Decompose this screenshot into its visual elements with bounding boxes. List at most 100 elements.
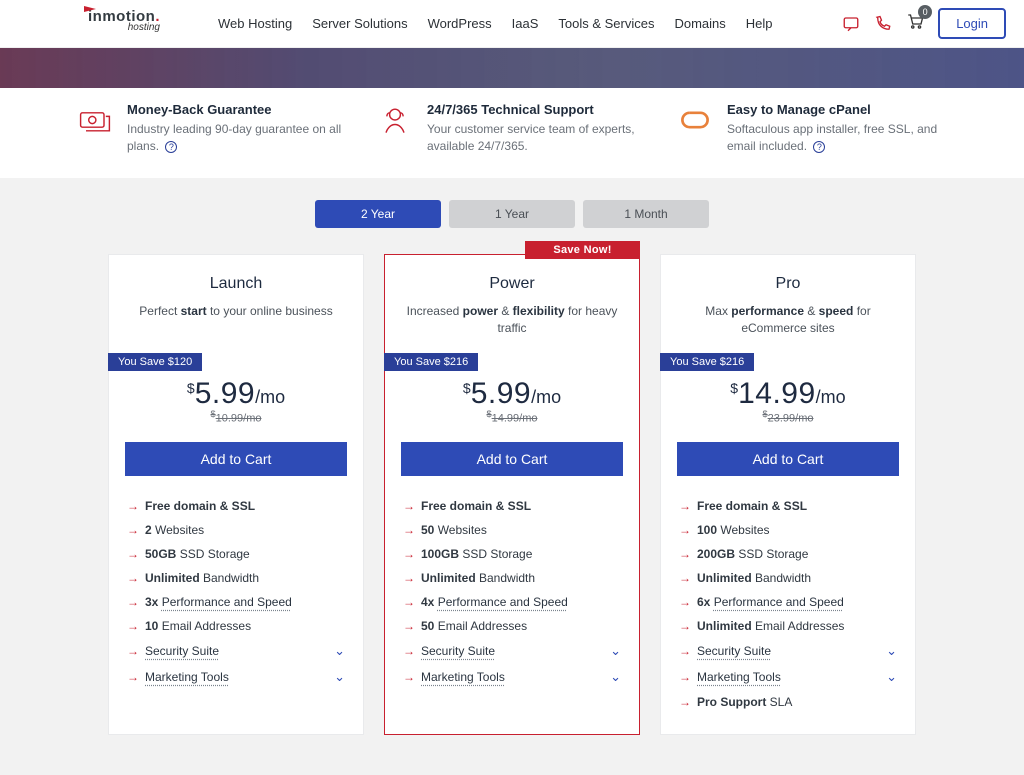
plan-collapsible[interactable]: →Security Suite⌄ (127, 638, 345, 664)
arrow-icon: → (403, 595, 415, 609)
cart-button[interactable]: 0 (906, 12, 924, 35)
feature-support: 24/7/365 Technical Support Your customer… (377, 102, 647, 156)
plan-feature: →Unlimited Bandwidth (679, 566, 897, 590)
cpanel-icon (677, 102, 713, 138)
feature-desc: Industry leading 90-day guarantee on all… (127, 121, 347, 156)
plan-feature: →Unlimited Bandwidth (403, 566, 621, 590)
nav-help[interactable]: Help (746, 16, 773, 31)
plan-collapsible[interactable]: →Security Suite⌄ (403, 638, 621, 664)
info-icon[interactable]: ? (165, 141, 177, 153)
feature-bar: Money-Back Guarantee Industry leading 90… (0, 88, 1024, 178)
plan-feature: →Unlimited Bandwidth (127, 566, 345, 590)
logo-sub: hosting (128, 22, 160, 33)
brand-logo[interactable]: inmotion. hosting (88, 6, 160, 33)
feature-title: 24/7/365 Technical Support (427, 102, 647, 117)
add-to-cart-button[interactable]: Add to Cart (677, 442, 899, 476)
plan-launch: Launch Perfect start to your online busi… (108, 254, 364, 736)
plan-feature: →Free domain & SSL (127, 494, 345, 518)
cart-count-badge: 0 (918, 5, 932, 19)
term-toggle: 2 Year 1 Year 1 Month (0, 200, 1024, 228)
chevron-down-icon: ⌄ (610, 643, 621, 659)
plan-feature: →4x Performance and Speed (403, 590, 621, 614)
plan-name: Pro (679, 275, 897, 293)
arrow-icon: → (403, 547, 415, 561)
plan-price: $5.99/mo (187, 377, 285, 411)
arrow-icon: → (127, 571, 139, 585)
arrow-icon: → (403, 499, 415, 513)
plan-feature: →100GB SSD Storage (403, 542, 621, 566)
save-now-ribbon: Save Now! (525, 241, 640, 259)
term-2-year[interactable]: 2 Year (315, 200, 441, 228)
plan-feature: →Free domain & SSL (403, 494, 621, 518)
feature-title: Money-Back Guarantee (127, 102, 347, 117)
plan-name: Power (403, 275, 621, 293)
plan-tagline: Increased power & flexibility for heavy … (403, 303, 621, 343)
plan-name: Launch (127, 275, 345, 293)
support-icon (377, 102, 413, 138)
nav-web-hosting[interactable]: Web Hosting (218, 16, 292, 31)
savings-badge: You Save $216 (660, 353, 754, 371)
plan-feature: →200GB SSD Storage (679, 542, 897, 566)
arrow-icon: → (403, 644, 415, 658)
main-nav: Web Hosting Server Solutions WordPress I… (218, 16, 773, 31)
add-to-cart-button[interactable]: Add to Cart (125, 442, 347, 476)
plan-feature: →10 Email Addresses (127, 614, 345, 638)
money-back-icon (77, 102, 113, 138)
term-1-month[interactable]: 1 Month (583, 200, 709, 228)
arrow-icon: → (679, 595, 691, 609)
pricing-panel: 2 Year 1 Year 1 Month Launch Perfect sta… (0, 178, 1024, 775)
hero-banner (0, 48, 1024, 88)
plan-feature: →50GB SSD Storage (127, 542, 345, 566)
plan-feature: →2 Websites (127, 518, 345, 542)
arrow-icon: → (127, 547, 139, 561)
arrow-icon: → (127, 644, 139, 658)
arrow-icon: → (127, 499, 139, 513)
arrow-icon: → (679, 619, 691, 633)
arrow-icon: → (127, 619, 139, 633)
plan-feature-list: →Free domain & SSL→50 Websites→100GB SSD… (385, 494, 639, 690)
chevron-down-icon: ⌄ (886, 643, 897, 659)
arrow-icon: → (679, 644, 691, 658)
plan-feature-list: →Free domain & SSL→100 Websites→200GB SS… (661, 494, 915, 714)
nav-wordpress[interactable]: WordPress (428, 16, 492, 31)
arrow-icon: → (679, 695, 691, 709)
nav-domains[interactable]: Domains (674, 16, 725, 31)
term-1-year[interactable]: 1 Year (449, 200, 575, 228)
nav-server-solutions[interactable]: Server Solutions (312, 16, 407, 31)
plan-feature: →100 Websites (679, 518, 897, 542)
plan-collapsible[interactable]: →Marketing Tools⌄ (403, 664, 621, 690)
arrow-icon: → (127, 670, 139, 684)
arrow-icon: → (679, 571, 691, 585)
plan-feature: →50 Email Addresses (403, 614, 621, 638)
plan-price: $14.99/mo (730, 377, 845, 411)
plan-price: $5.99/mo (463, 377, 561, 411)
plan-pro: Pro Max performance & speed for eCommerc… (660, 254, 916, 736)
phone-icon[interactable] (874, 15, 892, 33)
header-actions: 0 Login (842, 8, 1006, 39)
plan-collapsible[interactable]: →Marketing Tools⌄ (127, 664, 345, 690)
site-header: inmotion. hosting Web Hosting Server Sol… (0, 0, 1024, 48)
nav-iaas[interactable]: IaaS (512, 16, 539, 31)
arrow-icon: → (679, 547, 691, 561)
nav-tools-services[interactable]: Tools & Services (558, 16, 654, 31)
savings-badge: You Save $120 (108, 353, 202, 371)
chat-icon[interactable] (842, 15, 860, 33)
logo-arrow-icon (84, 6, 96, 12)
login-button[interactable]: Login (938, 8, 1006, 39)
add-to-cart-button[interactable]: Add to Cart (401, 442, 623, 476)
plan-collapsible[interactable]: →Marketing Tools⌄ (679, 664, 897, 690)
chevron-down-icon: ⌄ (334, 669, 345, 685)
feature-title: Easy to Manage cPanel (727, 102, 947, 117)
feature-desc: Your customer service team of experts, a… (427, 121, 647, 156)
arrow-icon: → (127, 523, 139, 537)
plan-feature: →50 Websites (403, 518, 621, 542)
chevron-down-icon: ⌄ (610, 669, 621, 685)
plan-collapsible[interactable]: →Security Suite⌄ (679, 638, 897, 664)
arrow-icon: → (679, 670, 691, 684)
plan-old-price: $23.99/mo (661, 409, 915, 425)
chevron-down-icon: ⌄ (886, 669, 897, 685)
info-icon[interactable]: ? (813, 141, 825, 153)
plan-feature: →3x Performance and Speed (127, 590, 345, 614)
arrow-icon: → (127, 595, 139, 609)
plan-feature: →Unlimited Email Addresses (679, 614, 897, 638)
